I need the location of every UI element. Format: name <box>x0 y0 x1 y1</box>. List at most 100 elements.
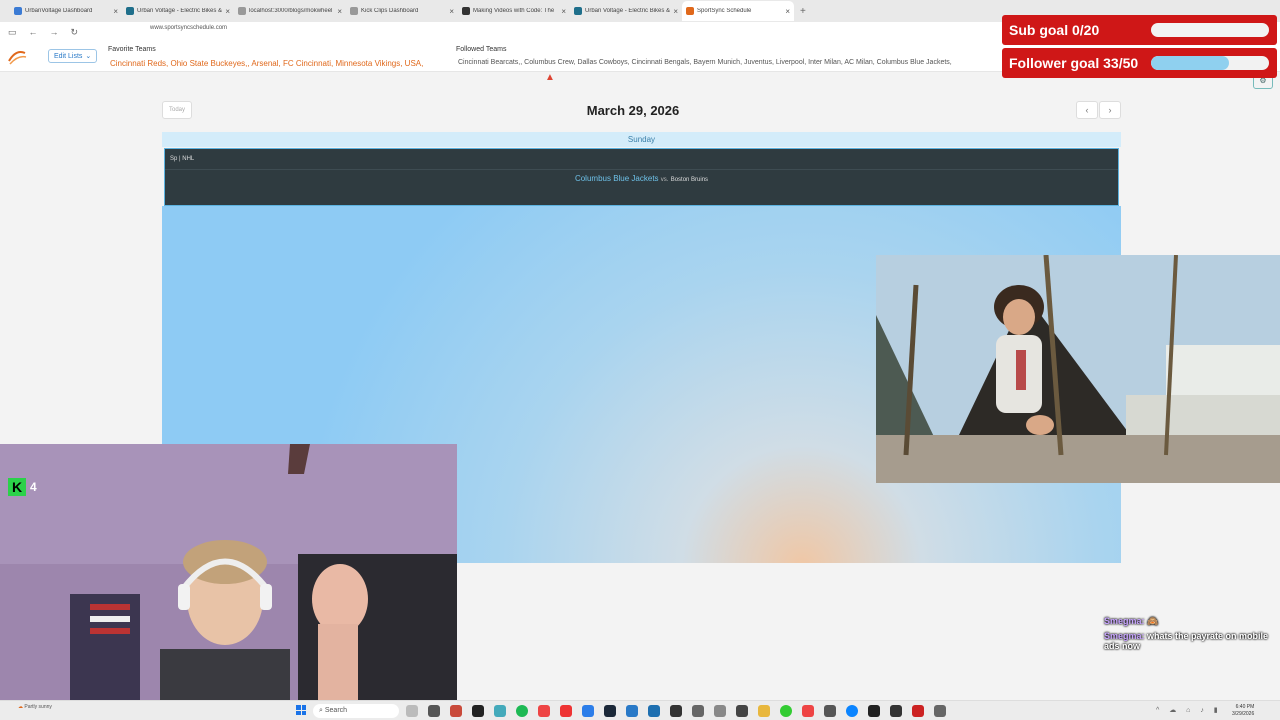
kick-viewer-count: K 4 <box>8 478 37 496</box>
kick-logo-icon: K <box>8 478 26 496</box>
app-icon[interactable] <box>472 705 484 717</box>
app-icon[interactable] <box>450 705 462 717</box>
sidebar-toggle-icon[interactable]: ▭ <box>8 27 17 38</box>
forward-icon[interactable]: → <box>50 27 59 37</box>
edit-lists-dropdown[interactable]: Edit Lists ⌄ <box>48 49 98 63</box>
chat-message: Smegma: 🙈 <box>1104 616 1280 627</box>
tab-close-icon[interactable]: × <box>449 7 454 16</box>
taskbar-search[interactable]: ⌕ Search <box>313 704 399 718</box>
browser-tab[interactable]: Urban Voltage - Electric Bikes & × <box>122 1 234 21</box>
app-icon[interactable] <box>714 705 726 717</box>
tab-title: Kick Clips Dashboard <box>361 8 419 14</box>
browser-tab[interactable]: Kick Clips Dashboard × <box>346 1 458 21</box>
app-icon[interactable] <box>736 705 748 717</box>
divider <box>165 169 1118 170</box>
app-icon[interactable] <box>626 705 638 717</box>
clock-time: 6:40 PM <box>1235 704 1255 710</box>
reload-icon[interactable]: ↻ <box>71 27 79 38</box>
prev-day-button[interactable]: ‹ <box>1076 101 1098 119</box>
chevron-down-icon: ⌄ <box>85 53 92 60</box>
app-icon[interactable] <box>428 705 440 717</box>
follower-goal-fill <box>1151 56 1229 70</box>
tab-title: localhost:3000/blogs/mokwheel <box>249 8 333 14</box>
tab-title: UrbanVoltage Dashboard <box>25 8 93 14</box>
follower-goal-bar <box>1151 56 1269 70</box>
app-icon[interactable] <box>780 705 792 717</box>
tab-title: Urban Voltage - Electric Bikes & <box>585 8 671 14</box>
back-icon[interactable]: ← <box>29 27 38 37</box>
vscode-icon[interactable] <box>582 705 594 717</box>
app-icon[interactable] <box>648 705 660 717</box>
edit-lists-label: Edit Lists <box>54 52 83 60</box>
app-icon[interactable] <box>560 705 572 717</box>
tab-close-icon[interactable]: × <box>337 7 342 16</box>
chat-overlay: Smegma: 🙈 Smegma: whats the payrate on mo… <box>1104 616 1280 655</box>
app-icon[interactable] <box>538 705 550 717</box>
taskbar: ☁ Partly sunny ⌕ Search ^ ☁ ⌂ ♪ ▮ 6:40 P… <box>0 700 1280 720</box>
webcam-overlay: K 4 <box>0 444 457 704</box>
matchup: Columbus Blue Jackets vs. Boston Bruins <box>165 174 1118 183</box>
weather-icon: ☁ <box>18 704 23 710</box>
chat-username: Smegma: <box>1104 616 1145 626</box>
app-icon[interactable] <box>824 705 836 717</box>
sub-goal-bar <box>1151 23 1269 37</box>
browser-tab[interactable]: Urban Voltage - Electric Bikes & × <box>570 1 682 21</box>
edge-icon[interactable] <box>846 705 858 717</box>
app-icon[interactable] <box>692 705 704 717</box>
weather-widget[interactable]: ☁ Partly sunny <box>18 704 52 710</box>
app-icon[interactable] <box>934 705 946 717</box>
tab-close-icon[interactable]: × <box>113 7 118 16</box>
tab-favicon-icon <box>574 7 582 15</box>
chevron-left-icon: ‹ <box>1085 105 1089 115</box>
sub-goal-widget: Sub goal 0/20 <box>1002 15 1277 45</box>
search-label: Search <box>324 707 348 714</box>
steam-icon[interactable] <box>604 705 616 717</box>
tab-favicon-icon <box>462 7 470 15</box>
browser-tab[interactable]: localhost:3000/blogs/mokwheel × <box>234 1 346 21</box>
app-icon[interactable] <box>912 705 924 717</box>
system-tray-icons[interactable]: ^ ☁ ⌂ ♪ ▮ <box>1156 706 1222 714</box>
start-button[interactable] <box>296 705 306 715</box>
browser-tab[interactable]: UrbanVoltage Dashboard × <box>10 1 122 21</box>
new-tab-button[interactable]: + <box>800 6 806 17</box>
home-team[interactable]: Columbus Blue Jackets <box>575 174 659 183</box>
tab-close-icon[interactable]: × <box>561 7 566 16</box>
next-day-button[interactable]: › <box>1099 101 1121 119</box>
browser-tab[interactable]: Making Videos with Code: The × <box>458 1 570 21</box>
follower-goal-label: Follower goal 33/50 <box>1009 55 1139 71</box>
app-icon[interactable] <box>890 705 902 717</box>
taskbar-clock[interactable]: 6:40 PM 3/29/2026 <box>1232 704 1254 718</box>
url-field[interactable]: www.sportsyncschedule.com <box>150 25 227 31</box>
weather-text: Partly sunny <box>24 704 52 710</box>
chat-text: 🙈 <box>1147 616 1159 626</box>
app-icon[interactable] <box>494 705 506 717</box>
sportsync-logo[interactable] <box>6 47 28 67</box>
video-frame-image <box>876 255 1280 483</box>
chat-username: Smegma: <box>1104 631 1145 641</box>
tab-close-icon[interactable]: × <box>225 7 230 16</box>
follower-goal-widget: Follower goal 33/50 <box>1002 48 1277 78</box>
day-header: Sunday <box>162 132 1121 147</box>
spotify-icon[interactable] <box>516 705 528 717</box>
followed-teams-list[interactable]: Cincinnati Bearcats,, Columbus Crew, Dal… <box>458 59 952 66</box>
tab-close-icon[interactable]: × <box>785 7 790 16</box>
away-team[interactable]: Boston Bruins <box>671 177 708 183</box>
folder-icon[interactable] <box>758 705 770 717</box>
chevron-right-icon: › <box>1108 105 1112 115</box>
chat-message: Smegma: whats the payrate on mobile ads … <box>1104 631 1280 651</box>
app-icon[interactable] <box>868 705 880 717</box>
browser-tab[interactable]: SportSync Schedule × <box>682 1 794 21</box>
taskbar-apps <box>406 705 946 717</box>
game-card[interactable]: Sp | NHL Columbus Blue Jackets vs. Bosto… <box>164 148 1119 206</box>
app-icon[interactable] <box>802 705 814 717</box>
tab-favicon-icon <box>238 7 246 15</box>
app-icon[interactable] <box>406 705 418 717</box>
favorite-teams-list[interactable]: Cincinnati Reds, Ohio State Buckeyes,, A… <box>110 59 423 68</box>
vs-label: vs. <box>660 177 669 183</box>
webcam-image <box>0 444 457 704</box>
tab-title: SportSync Schedule <box>697 8 752 14</box>
search-icon: ⌕ <box>319 707 323 714</box>
app-icon[interactable] <box>670 705 682 717</box>
tab-title: Urban Voltage - Electric Bikes & <box>137 8 223 14</box>
tab-close-icon[interactable]: × <box>673 7 678 16</box>
